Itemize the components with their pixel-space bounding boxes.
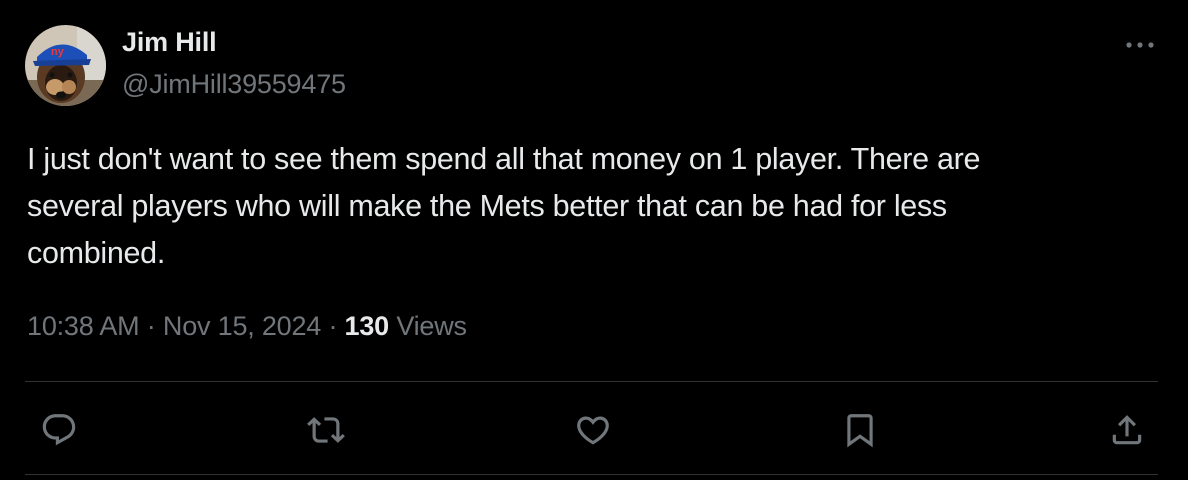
tweet-card: ny Jim Hill @JimHill39559475 I just don'… (0, 0, 1188, 480)
reply-button[interactable] (37, 408, 81, 452)
tweet-text: I just don't want to see them spend all … (27, 142, 981, 270)
more-options-button[interactable] (1118, 30, 1162, 60)
like-button[interactable] (571, 408, 615, 452)
retweet-button[interactable] (304, 408, 348, 452)
reply-icon (42, 414, 76, 446)
tweet-time[interactable]: 10:38 AM (27, 311, 140, 341)
share-button[interactable] (1105, 408, 1149, 452)
dog-avatar-icon: ny (25, 25, 106, 106)
views-count: 130 (344, 311, 390, 341)
tweet-date[interactable]: Nov 15, 2024 (163, 311, 321, 341)
views-label: Views (396, 311, 467, 341)
meta-separator: · (328, 311, 338, 341)
bookmark-icon (847, 414, 873, 448)
avatar[interactable]: ny (25, 25, 106, 106)
retweet-icon (307, 417, 345, 443)
divider (25, 474, 1158, 475)
heart-icon (577, 416, 609, 445)
tweet-metadata: 10:38 AM · Nov 15, 2024 · 130 Views (27, 311, 467, 342)
share-icon (1112, 415, 1142, 445)
more-dots-icon (1126, 42, 1154, 48)
display-name[interactable]: Jim Hill (122, 27, 217, 58)
svg-text:ny: ny (51, 46, 65, 58)
meta-separator: · (146, 311, 156, 341)
bookmark-button[interactable] (838, 408, 882, 452)
user-handle[interactable]: @JimHill39559475 (122, 69, 346, 100)
divider (25, 381, 1158, 382)
